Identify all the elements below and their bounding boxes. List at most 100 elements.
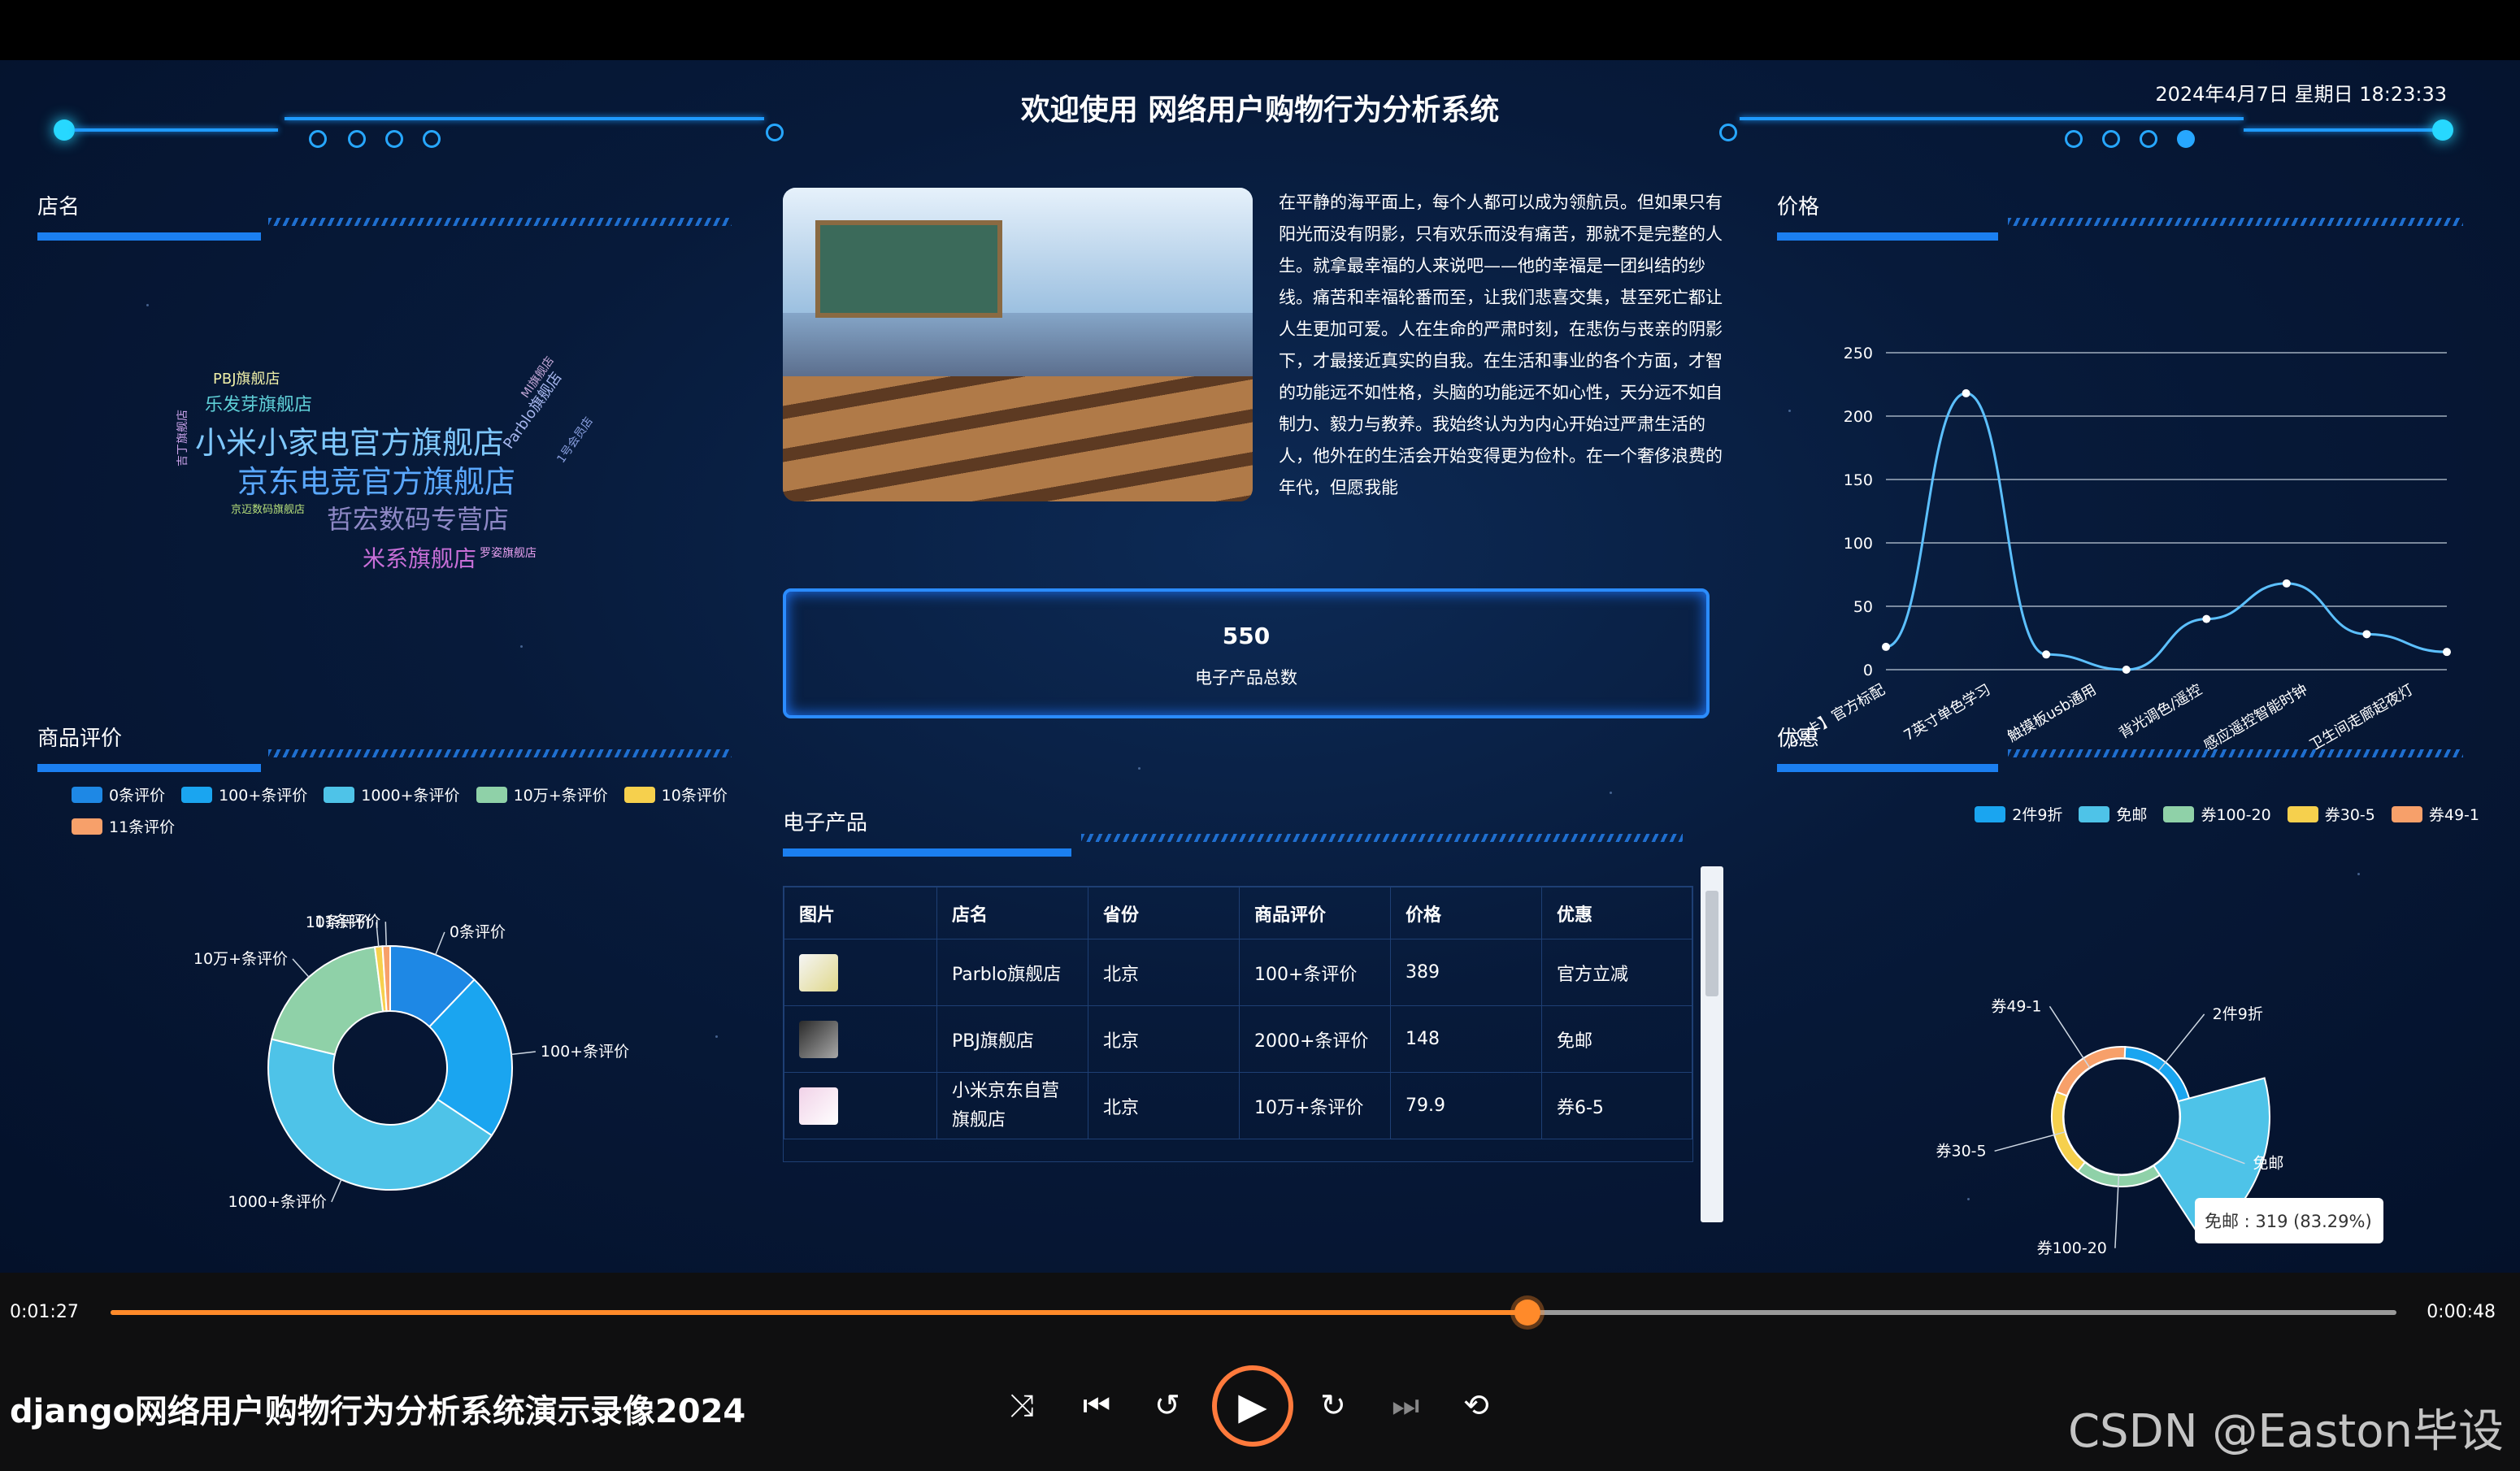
seek-bar-progress: [111, 1310, 1528, 1315]
data-point: [2443, 648, 2451, 657]
table-scrollbar[interactable]: [1701, 866, 1723, 1222]
col-header-discount[interactable]: 优惠: [1541, 887, 1692, 939]
cell-price: 79.9: [1390, 1072, 1542, 1139]
wordcloud-word: 乐发芽旗舰店: [205, 395, 313, 415]
y-tick-label: 150: [1844, 471, 1873, 489]
header-ring: [348, 130, 366, 148]
legend-swatch: [72, 786, 102, 803]
panel-hatch: [2008, 218, 2463, 226]
repeat-icon[interactable]: ⟲: [1463, 1390, 1489, 1421]
rating-legend: 0条评价 100+条评价 1000+条评价 10万+条评价 10条评价 11条评…: [72, 783, 754, 837]
price-line-chart: 05010015020025064G卡】官方标配 7英寸单色学习 触摸板usb通用背…: [1788, 345, 2451, 755]
panel-title-rating: 商品评价: [37, 727, 123, 751]
y-tick-label: 250: [1844, 345, 1873, 362]
legend-item[interactable]: 1000+条评价: [324, 783, 460, 805]
data-point: [1882, 642, 1890, 651]
legend-swatch: [476, 786, 507, 803]
x-tick-label: 卫生间走廊起夜灯: [2306, 681, 2416, 754]
play-icon: ▶: [1238, 1384, 1267, 1428]
header-ring-end: [766, 124, 784, 141]
header-datetime: 2024年4月7日 星期日 18:23:33: [2155, 83, 2447, 106]
legend-item[interactable]: 2件9折: [1975, 803, 2062, 825]
wordcloud-word: 1号会员店: [554, 414, 596, 466]
product-thumbnail[interactable]: [799, 1087, 838, 1125]
header-glow-dot-left: [54, 119, 75, 141]
legend-swatch: [324, 786, 355, 803]
legend-label: 券49-1: [2428, 806, 2479, 824]
wordcloud-word: 罗姿旗舰店: [480, 547, 537, 560]
cell-province: 北京: [1088, 1005, 1240, 1073]
cell-image: [784, 1072, 937, 1139]
price-series-line: [1885, 392, 2448, 671]
rose-label: 券30-5: [1936, 1142, 1986, 1160]
forward-30-icon[interactable]: ↻: [1320, 1390, 1346, 1421]
data-point: [2042, 650, 2051, 659]
table-header-row: 图片 店名 省份 商品评价 价格 优惠: [784, 887, 1692, 939]
page-title: 欢迎使用 网络用户购物行为分析系统: [1020, 93, 1500, 127]
panel-title-discount: 优惠: [1777, 727, 1820, 751]
star: [520, 645, 523, 648]
panel-underline: [1777, 232, 2468, 241]
wordcloud-word: PBJ旗舰店: [213, 371, 280, 388]
legend-label: 2件9折: [2012, 806, 2063, 824]
legend-label: 1000+条评价: [361, 787, 460, 805]
legend-item[interactable]: 100+条评价: [181, 783, 307, 805]
cell-price: 148: [1390, 1005, 1542, 1073]
star: [1138, 767, 1141, 770]
rewind-10-icon[interactable]: ↺: [1154, 1390, 1180, 1421]
panel-underline: [1777, 764, 2468, 772]
col-header-rating[interactable]: 商品评价: [1239, 887, 1391, 939]
col-header-image[interactable]: 图片: [784, 887, 937, 939]
legend-item[interactable]: 免邮: [2079, 803, 2147, 825]
table-row[interactable]: Parblo旗舰店 北京 100+条评价 389 官方立减: [784, 939, 1692, 1006]
legend-item[interactable]: 券49-1: [2391, 803, 2479, 825]
legend-item[interactable]: 11条评价: [72, 815, 175, 837]
legend-item[interactable]: 0条评价: [72, 783, 165, 805]
watermark: CSDN @Easton毕设: [2067, 1405, 2504, 1458]
rose-label-line: [2157, 1013, 2205, 1072]
donut-slice: [271, 946, 385, 1056]
legend-item[interactable]: 券100-20: [2163, 803, 2271, 825]
legend-item[interactable]: 10万+条评价: [476, 783, 608, 805]
slice-label-line: [435, 931, 445, 956]
rating-donut-chart: 0条评价100+条评价1000+条评价10万+条评价10条评价11条评价: [193, 913, 629, 1211]
table-row[interactable]: 小米京东自营旗舰店 北京 10万+条评价 79.9 券6-5: [784, 1072, 1692, 1139]
star: [1610, 792, 1612, 794]
header-ring: [309, 130, 327, 148]
classroom-photo: [783, 188, 1253, 501]
video-title: django网络用户购物行为分析系统演示录像2024: [10, 1393, 746, 1430]
x-tick-label: 背光调色/遥控: [2116, 681, 2205, 742]
legend-label: 10万+条评价: [513, 787, 608, 805]
product-thumbnail[interactable]: [799, 1020, 838, 1058]
col-header-price[interactable]: 价格: [1390, 887, 1542, 939]
shuffle-icon[interactable]: ⤨: [1010, 1390, 1034, 1421]
scrollbar-thumb[interactable]: [1705, 891, 1718, 996]
table-row[interactable]: PBJ旗舰店 北京 2000+条评价 148 免邮: [784, 1005, 1692, 1073]
product-thumbnail[interactable]: [799, 953, 838, 992]
data-point: [2362, 630, 2371, 639]
previous-icon[interactable]: ⏮: [1083, 1390, 1110, 1421]
legend-swatch: [2391, 805, 2422, 822]
col-header-shop[interactable]: 店名: [936, 887, 1088, 939]
panel-hatch: [268, 218, 732, 226]
header-ring: [2065, 130, 2083, 148]
rose-label-line: [2049, 1005, 2091, 1069]
slice-label: 11条评价: [315, 913, 380, 931]
col-header-province[interactable]: 省份: [1088, 887, 1240, 939]
header-line-right-upper: [1740, 117, 2244, 120]
legend-item[interactable]: 10条评价: [623, 783, 728, 805]
header-ring: [2177, 130, 2195, 148]
slice-label-line: [292, 958, 310, 978]
seek-bar[interactable]: [111, 1300, 2396, 1326]
stat-total-value: 550: [1222, 623, 1271, 649]
panel-title-shop: 店名: [37, 195, 80, 219]
cell-price: 389: [1390, 939, 1542, 1006]
cell-image: [784, 1005, 937, 1073]
next-icon[interactable]: ⏭: [1392, 1390, 1419, 1421]
play-button[interactable]: ▶: [1212, 1365, 1293, 1447]
legend-item[interactable]: 券30-5: [2287, 803, 2375, 825]
rose-label: 券49-1: [1991, 997, 2041, 1015]
panel-title-price: 价格: [1777, 195, 1820, 219]
header-ring: [423, 130, 441, 148]
slice-label: 0条评价: [450, 923, 506, 941]
